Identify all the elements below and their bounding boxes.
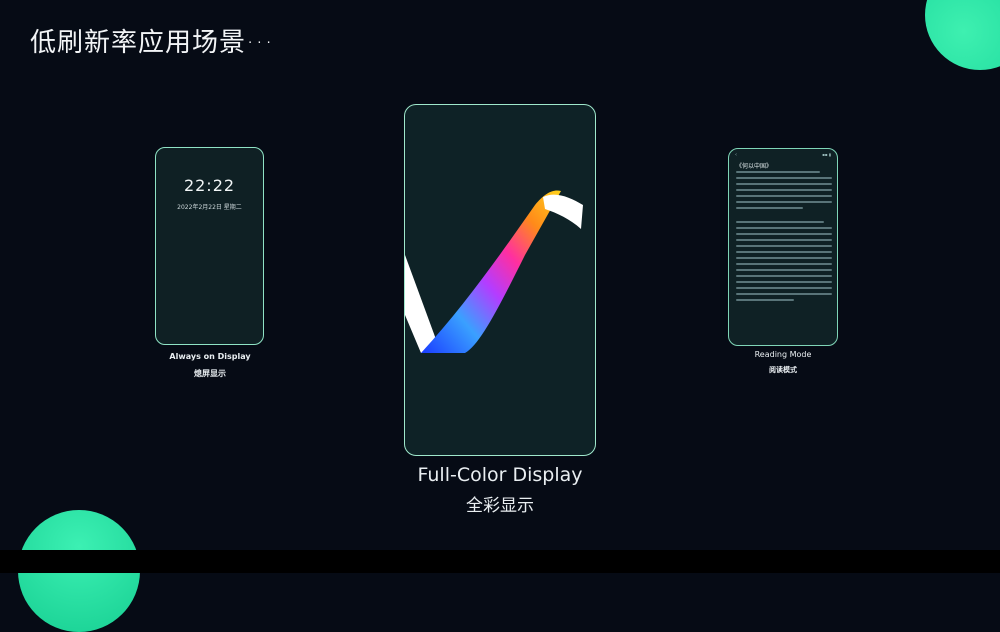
always-on-label-en: Always on Display xyxy=(169,352,251,361)
phone-always-on-display: 22:22 2022年2月22日 星期二 xyxy=(155,147,264,345)
full-color-label-en: Full-Color Display xyxy=(417,464,583,486)
decorative-circle-top-right xyxy=(925,0,1000,70)
full-color-label-zh: 全彩显示 xyxy=(466,496,534,516)
rainbow-logo-icon xyxy=(405,190,583,353)
reading-text-block xyxy=(736,171,832,305)
reading-mode-label-zh: 阅读模式 xyxy=(769,366,797,374)
phone-reading-mode: ‹ ▪▪ ▮ 《何以中国》 xyxy=(728,148,838,346)
bottom-letterbox-bar xyxy=(0,550,1000,573)
always-on-label-zh: 熄屏显示 xyxy=(194,369,226,378)
clock-time: 22:22 xyxy=(183,176,236,195)
slide-title: 低刷新率应用场景··· xyxy=(30,28,274,58)
reading-mode-label-en: Reading Mode xyxy=(754,350,812,359)
phone-full-color-display xyxy=(404,104,596,456)
clock-date: 2022年2月22日 星期二 xyxy=(177,204,242,211)
book-title: 《何以中国》 xyxy=(736,163,773,170)
status-icons: ▪▪ ▮ xyxy=(822,152,831,157)
back-chevron-icon: ‹ xyxy=(735,152,737,158)
